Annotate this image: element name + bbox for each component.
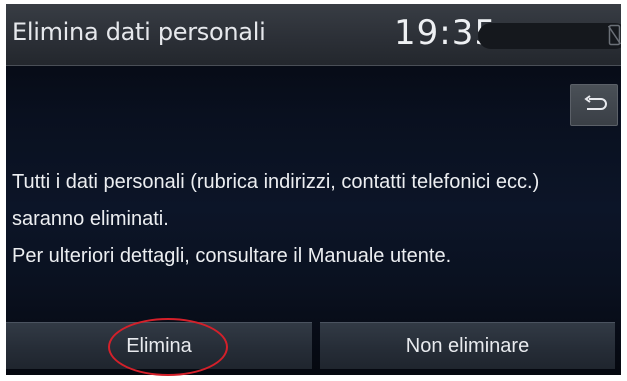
confirmation-message: Tutti i dati personali (rubrica indirizz… bbox=[12, 164, 617, 275]
message-line: Tutti i dati personali (rubrica indirizz… bbox=[12, 171, 540, 193]
keep-button-label: Non eliminare bbox=[405, 334, 530, 357]
message-line: Per ulteriori dettagli, consultare il Ma… bbox=[12, 245, 452, 267]
status-area bbox=[478, 23, 621, 49]
highlight-ellipse bbox=[108, 318, 228, 376]
no-phone-icon bbox=[607, 24, 621, 46]
header-bar: Elimina dati personali 19:35 bbox=[6, 4, 621, 66]
back-arrow-icon bbox=[584, 95, 607, 110]
keep-button[interactable]: Non eliminare bbox=[320, 322, 615, 369]
message-line: saranno eliminati. bbox=[12, 208, 169, 230]
screen: Elimina dati personali 19:35 Tutti i dat… bbox=[6, 4, 621, 375]
page-title: Elimina dati personali bbox=[12, 18, 266, 46]
back-button[interactable] bbox=[570, 84, 618, 126]
